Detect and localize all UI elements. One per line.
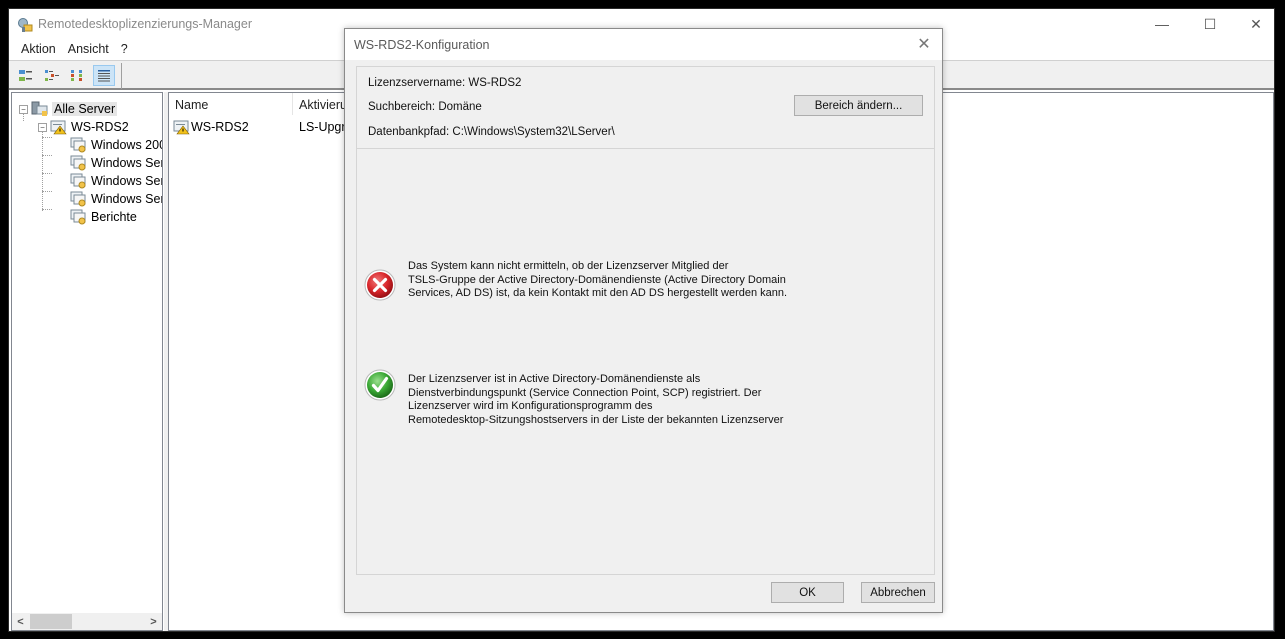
ok-line: Dienstverbindungspunkt (Service Connecti… bbox=[408, 386, 762, 399]
collapse-server-toggle[interactable]: − bbox=[38, 123, 47, 132]
minimize-icon: — bbox=[1155, 16, 1169, 32]
column-divider[interactable] bbox=[292, 93, 293, 115]
small-icons-icon bbox=[45, 69, 59, 81]
row-name: WS-RDS2 bbox=[191, 120, 249, 134]
tree-view-icon bbox=[19, 69, 32, 81]
error-line: TSLS-Gruppe der Active Directory-Domänen… bbox=[408, 273, 786, 286]
checkmark-icon bbox=[364, 369, 396, 401]
tree-item-windows-2008[interactable]: Windows 200 bbox=[70, 136, 163, 154]
minimize-button[interactable]: — bbox=[1139, 9, 1185, 39]
tree-item-windows-server-3[interactable]: Windows Ser bbox=[70, 190, 163, 208]
dialog-close-button[interactable]: ✕ bbox=[914, 34, 934, 54]
tree-item-ws-rds2[interactable]: WS-RDS2 bbox=[50, 118, 129, 136]
configuration-dialog: WS-RDS2-Konfiguration ✕ Lizenzservername… bbox=[344, 28, 943, 613]
close-icon: ✕ bbox=[917, 36, 931, 53]
reports-icon bbox=[70, 209, 86, 225]
toolbar-separator bbox=[121, 63, 122, 89]
license-pack-icon bbox=[70, 173, 86, 189]
close-icon: ✕ bbox=[1250, 15, 1262, 32]
menu-aktion[interactable]: Aktion bbox=[15, 42, 62, 56]
tree-label: Windows Ser bbox=[91, 156, 163, 170]
database-path: Datenbankpfad: C:\Windows\System32\LServ… bbox=[368, 126, 615, 138]
error-line: Services, AD DS) ist, da kein Kontakt mi… bbox=[408, 287, 788, 299]
menu-help[interactable]: ? bbox=[115, 42, 134, 56]
scrollbar-thumb[interactable] bbox=[30, 614, 72, 629]
scroll-left-button[interactable]: < bbox=[12, 613, 29, 630]
error-message: Das System kann nicht ermitteln, ob der … bbox=[408, 260, 788, 301]
cancel-button[interactable]: Abbrechen bbox=[861, 582, 935, 603]
tree-item-windows-server-2[interactable]: Windows Ser bbox=[70, 172, 163, 190]
ok-message: Der Lizenzserver ist in Active Directory… bbox=[408, 373, 788, 427]
tree-horizontal-scrollbar[interactable]: < > bbox=[12, 613, 162, 630]
error-line: Das System kann nicht ermitteln, ob der … bbox=[408, 260, 729, 272]
group-separator bbox=[357, 148, 934, 149]
tree-label: Windows 200 bbox=[91, 138, 163, 152]
list-button[interactable] bbox=[67, 65, 89, 86]
ok-line: Der Lizenzserver ist in Active Directory… bbox=[408, 373, 701, 385]
column-header-name[interactable]: Name bbox=[175, 98, 208, 112]
scroll-right-button[interactable]: > bbox=[145, 613, 162, 630]
license-pack-icon bbox=[70, 191, 86, 207]
tree-label: Berichte bbox=[91, 210, 137, 224]
ok-line: Remotedesktop-Sitzungshostservers in der… bbox=[408, 413, 784, 426]
tree-pane: − Alle Server − WS-RDS2 Windows 200 Wind… bbox=[11, 92, 163, 631]
dialog-title-bar: WS-RDS2-Konfiguration ✕ bbox=[345, 29, 942, 60]
menu-ansicht[interactable]: Ansicht bbox=[62, 42, 115, 56]
chevron-left-icon: < bbox=[17, 615, 24, 628]
ok-button[interactable]: OK bbox=[771, 582, 844, 603]
details-icon bbox=[98, 69, 110, 81]
details-button[interactable] bbox=[93, 65, 115, 86]
tree-label: WS-RDS2 bbox=[71, 120, 129, 134]
search-scope: Suchbereich: Domäne bbox=[368, 101, 482, 113]
license-manager-icon bbox=[18, 18, 33, 32]
tree-label: Windows Ser bbox=[91, 174, 163, 188]
tree-label: Alle Server bbox=[52, 102, 118, 116]
error-icon bbox=[364, 269, 396, 301]
license-pack-icon bbox=[70, 155, 86, 171]
dialog-title: WS-RDS2-Konfiguration bbox=[354, 38, 490, 52]
change-scope-button[interactable]: Bereich ändern... bbox=[794, 95, 923, 116]
window-title: Remotedesktoplizenzierungs-Manager bbox=[38, 17, 253, 31]
server-group-icon bbox=[31, 101, 48, 116]
maximize-icon: ☐ bbox=[1203, 15, 1217, 32]
license-pack-icon bbox=[70, 137, 86, 153]
configuration-group: Lizenzservername: WS-RDS2 Suchbereich: D… bbox=[356, 66, 935, 575]
list-icon bbox=[71, 69, 82, 81]
collapse-all-servers-toggle[interactable]: − bbox=[19, 105, 28, 114]
small-icons-button[interactable] bbox=[41, 65, 63, 86]
tree-item-windows-server-1[interactable]: Windows Ser bbox=[70, 154, 163, 172]
tree-view-button[interactable] bbox=[15, 65, 37, 86]
tree-item-alle-server[interactable]: Alle Server bbox=[31, 100, 118, 118]
ok-line: Lizenzserver wird im Konfigurationsprogr… bbox=[408, 400, 653, 412]
server-warning-icon bbox=[50, 120, 67, 135]
tree-item-berichte[interactable]: Berichte bbox=[70, 208, 137, 226]
column-header-activation[interactable]: Aktivieru bbox=[299, 98, 347, 112]
tree-label: Windows Ser bbox=[91, 192, 163, 206]
chevron-right-icon: > bbox=[150, 615, 157, 628]
maximize-button[interactable]: ☐ bbox=[1187, 9, 1233, 39]
server-warning-icon bbox=[173, 120, 190, 135]
license-server-name: Lizenzservername: WS-RDS2 bbox=[368, 77, 522, 89]
close-button[interactable]: ✕ bbox=[1233, 9, 1279, 39]
